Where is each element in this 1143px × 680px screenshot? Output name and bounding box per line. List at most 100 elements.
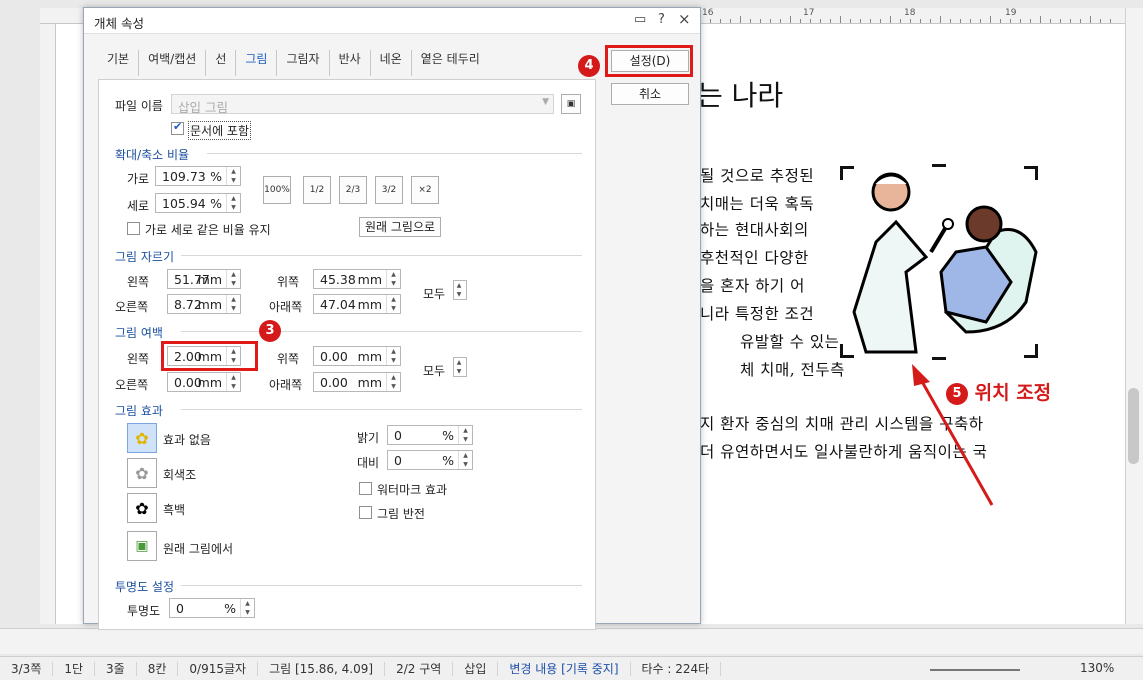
scale-width-input[interactable]: 109.73 % ▲ ▼ — [155, 166, 241, 186]
keep-ratio-checkbox[interactable] — [127, 222, 140, 235]
position-annotation-text: 위치 조정 — [974, 382, 1052, 404]
ruler-tick — [940, 16, 941, 23]
ruler-tick — [840, 16, 841, 23]
margin-right-label: 오른쪽 — [115, 378, 149, 392]
status-track-changes[interactable]: 변경 내용 [기록 중지] — [498, 661, 631, 676]
zoom-100-icon[interactable]: 100% — [263, 176, 291, 204]
spinner-icon[interactable]: ▲ ▼ — [226, 270, 240, 288]
margin-section-title: 그림 여백 — [115, 326, 163, 340]
unit-mm: mm — [197, 272, 222, 287]
tab-margin-caption[interactable]: 여백/캡션 — [139, 50, 207, 76]
spinner-icon[interactable]: ▲ ▼ — [386, 295, 400, 313]
tab-soft-edge[interactable]: 옅은 테두리 — [412, 50, 489, 76]
zoom-two-thirds-icon[interactable]: 2/3 — [339, 176, 367, 204]
file-name-input[interactable]: 삽입 그림 ▼ — [171, 94, 554, 115]
doc-line: 체 치매, 전두측 — [740, 361, 845, 379]
zoom-half-icon[interactable]: 1/2 — [303, 176, 331, 204]
invert-checkbox[interactable] — [359, 506, 372, 519]
original-size-button[interactable]: 원래 그림으로 — [359, 217, 441, 237]
cancel-button[interactable]: 취소 — [611, 83, 689, 105]
effect-original-label[interactable]: 원래 그림에서 — [163, 540, 233, 557]
doc-line: 유발할 수 있는 — [740, 333, 840, 351]
crop-top-value: 45.38 — [320, 272, 356, 287]
spinner-icon[interactable]: ▲ ▼ — [226, 373, 240, 391]
unit-mm: mm — [357, 349, 382, 364]
status-insert-mode[interactable]: 삽입 — [453, 661, 499, 676]
effect-grayscale-label[interactable]: 회색조 — [163, 466, 196, 483]
spinner-icon[interactable]: ▲ ▼ — [458, 451, 472, 469]
doc-line: 을 혼자 하기 어 — [700, 277, 805, 295]
step-5-badge: 5 — [946, 382, 968, 405]
ruler-tick — [1080, 19, 1081, 23]
doc-line: 니라 특정한 조건 — [700, 305, 815, 323]
scrollbar-thumb[interactable] — [1128, 388, 1139, 464]
keep-ratio-label: 가로 세로 같은 비율 유지 — [145, 223, 271, 237]
tab-basic[interactable]: 기본 — [98, 50, 140, 76]
effect-none-label[interactable]: 효과 없음 — [163, 431, 211, 448]
margin-top-input[interactable]: 0.00 mm ▲ ▼ — [313, 346, 401, 366]
ruler-tick — [720, 19, 721, 23]
crop-top-input[interactable]: 45.38 mm ▲ ▼ — [313, 269, 401, 289]
ruler-tick — [1070, 19, 1071, 23]
brightness-input[interactable]: 0 % ▲ ▼ — [387, 425, 473, 445]
margin-right-input[interactable]: 0.00 mm ▲ ▼ — [167, 372, 241, 392]
help-icon[interactable]: ? — [658, 12, 665, 27]
crop-left-input[interactable]: 51.77 mm ▲ ▼ — [167, 269, 241, 289]
effect-blackwhite-label[interactable]: 흑백 — [163, 501, 185, 518]
tab-picture[interactable]: 그림 — [236, 50, 278, 82]
spinner-icon[interactable]: ▲ ▼ — [386, 347, 400, 365]
contrast-label: 대비 — [357, 456, 380, 470]
dialog-titlebar[interactable]: 개체 속성 ▭ ? × — [84, 8, 700, 34]
transparency-input[interactable]: 0 % ▲ ▼ — [169, 598, 255, 618]
ruler-tick — [920, 19, 921, 23]
ruler-tick — [1020, 19, 1021, 23]
zoom-level[interactable]: 130% — [1080, 661, 1114, 675]
watermark-label: 워터마크 효과 — [377, 483, 448, 497]
status-typing-speed: 타수 : 224타 — [631, 661, 722, 676]
tab-reflection[interactable]: 반사 — [330, 50, 371, 76]
close-icon[interactable]: × — [678, 10, 691, 28]
effect-blackwhite-icon[interactable]: ✿ — [127, 493, 157, 523]
vertical-scrollbar[interactable] — [1125, 8, 1143, 624]
spinner-icon[interactable]: ▲ ▼ — [226, 167, 240, 185]
scale-width-label: 가로 — [127, 172, 150, 186]
margin-bottom-input[interactable]: 0.00 mm ▲ ▼ — [313, 372, 401, 392]
watermark-checkbox[interactable] — [359, 482, 372, 495]
ruler-tick — [1040, 16, 1041, 23]
spinner-icon[interactable]: ▲ ▼ — [240, 599, 254, 617]
spinner-icon[interactable]: ▲ ▼ — [386, 373, 400, 391]
spinner-icon[interactable]: ▲ ▼ — [458, 426, 472, 444]
status-page[interactable]: 3/3쪽 — [0, 661, 54, 676]
scale-height-input[interactable]: 105.94 % ▲ ▼ — [155, 193, 241, 213]
tab-line[interactable]: 선 — [206, 50, 237, 76]
contrast-input[interactable]: 0 % ▲ ▼ — [387, 450, 473, 470]
effect-original-icon[interactable]: ▣ — [127, 531, 157, 561]
crop-right-input[interactable]: 8.72 mm ▲ ▼ — [167, 294, 241, 314]
crop-all-spinner[interactable]: ▲ ▼ — [453, 280, 467, 300]
tab-neon[interactable]: 네온 — [371, 50, 412, 76]
effect-grayscale-icon[interactable]: ✿ — [127, 458, 157, 488]
tab-shadow[interactable]: 그림자 — [277, 50, 330, 76]
spinner-icon[interactable]: ▲ ▼ — [386, 270, 400, 288]
embed-checkbox[interactable]: ✔ — [171, 120, 184, 135]
margin-all-label: 모두 — [423, 364, 446, 378]
ruler-tick — [930, 19, 931, 23]
vertical-ruler — [40, 24, 56, 624]
spinner-icon[interactable]: ▲ ▼ — [226, 194, 240, 212]
margin-bottom-value: 0.00 — [320, 375, 348, 390]
browse-picture-icon[interactable]: ▣ — [561, 94, 581, 114]
selected-picture[interactable] — [836, 162, 1042, 362]
ruler-tick — [810, 19, 811, 23]
scale-section-title: 확대/축소 비율 — [115, 148, 190, 162]
effect-none-icon[interactable]: ✿ — [127, 423, 157, 453]
zoom-double-icon[interactable]: ×2 — [411, 176, 439, 204]
horizontal-scroll-area[interactable] — [0, 628, 1143, 654]
crop-bottom-input[interactable]: 47.04 mm ▲ ▼ — [313, 294, 401, 314]
zoom-three-halves-icon[interactable]: 3/2 — [375, 176, 403, 204]
embed-label: 문서에 포함 — [188, 121, 252, 140]
margin-all-spinner[interactable]: ▲ ▼ — [453, 357, 467, 377]
ruler-tick — [1050, 19, 1051, 23]
spinner-icon[interactable]: ▲ ▼ — [226, 295, 240, 313]
contrast-value: 0 — [394, 453, 402, 468]
chat-icon[interactable]: ▭ — [634, 12, 646, 27]
